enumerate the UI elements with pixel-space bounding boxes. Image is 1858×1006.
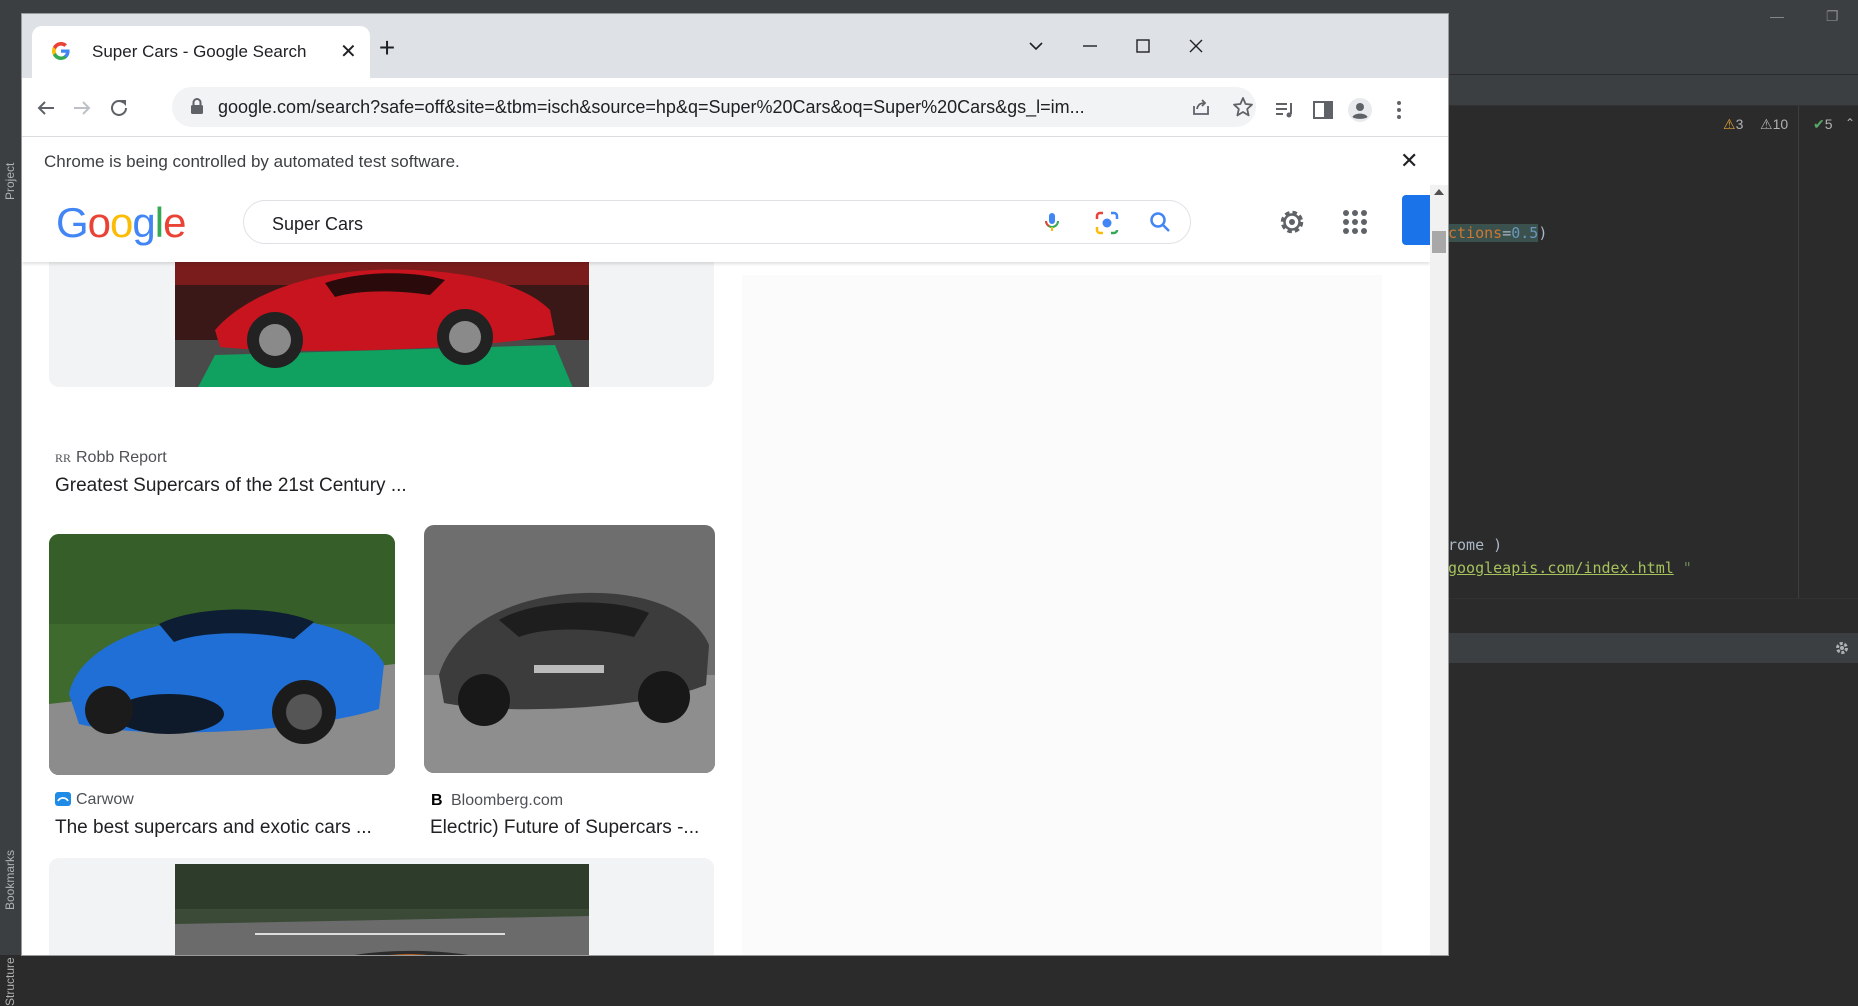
scroll-up-icon[interactable]: [1434, 189, 1444, 195]
result-3-source[interactable]: B Bloomberg.com: [430, 791, 563, 810]
svg-text:RR: RR: [55, 451, 71, 464]
tab-close-icon[interactable]: ✕: [340, 39, 357, 64]
bloomberg-icon: B: [431, 792, 443, 807]
settings-gear-icon[interactable]: [1276, 206, 1308, 238]
chrome-window: Super Cars - Google Search ✕ + google.co…: [22, 14, 1448, 955]
image-result-2[interactable]: [49, 534, 395, 775]
robb-report-icon: RR: [55, 451, 71, 464]
result-4-image: [175, 864, 589, 955]
result-3-image: [424, 525, 715, 773]
sign-in-button[interactable]: [1402, 195, 1430, 245]
gear-icon[interactable]: [1834, 640, 1850, 656]
search-icon[interactable]: [1148, 210, 1172, 234]
tab-title: Super Cars - Google Search: [92, 42, 307, 61]
new-tab-button[interactable]: +: [372, 34, 402, 62]
image-result-4[interactable]: [49, 858, 714, 955]
page-scrollbar[interactable]: [1430, 185, 1448, 955]
image-preview-panel: [742, 275, 1382, 955]
divider: [1448, 598, 1858, 599]
back-icon[interactable]: [34, 96, 58, 120]
code-line-2: rome ): [1448, 536, 1503, 554]
search-input[interactable]: [270, 210, 974, 238]
lock-icon[interactable]: [190, 98, 204, 114]
run-panel-header: [1448, 633, 1858, 663]
close-window-icon[interactable]: [1182, 32, 1210, 60]
result-2-title[interactable]: The best supercars and exotic cars ...: [55, 817, 372, 839]
google-logo[interactable]: Google: [56, 201, 186, 245]
weak-warning-icon: ⚠: [1760, 116, 1773, 132]
google-lens-icon[interactable]: [1094, 210, 1120, 236]
ide-left-tool-strip: Project Bookmarks Structure: [0, 74, 23, 1006]
side-panel-icon[interactable]: [1311, 98, 1335, 122]
forward-icon[interactable]: [70, 96, 94, 120]
run-output: [1448, 663, 1858, 955]
bookmark-star-icon[interactable]: [1232, 96, 1254, 118]
project-tool-label[interactable]: Project: [3, 163, 17, 200]
result-1-source[interactable]: RR Robb Report: [55, 449, 167, 467]
result-1-title[interactable]: Greatest Supercars of the 21st Century .…: [55, 475, 407, 497]
google-images-page: Google Super Cars RR Robb Report Greates…: [22, 185, 1430, 955]
google-favicon-icon: [52, 42, 70, 60]
ide-minimize-icon[interactable]: —: [1770, 8, 1784, 24]
inspection-warnings-b[interactable]: ⚠10: [1760, 116, 1788, 133]
media-control-icon[interactable]: [1273, 98, 1297, 122]
chevron-up-icon[interactable]: ⌃: [1845, 116, 1855, 130]
address-bar[interactable]: google.com/search?safe=off&site=&tbm=isc…: [172, 87, 1256, 127]
inspection-ok[interactable]: ✔5: [1813, 116, 1833, 133]
ide-restore-icon[interactable]: ❐: [1826, 8, 1839, 25]
check-icon: ✔: [1813, 116, 1825, 132]
share-icon[interactable]: [1190, 96, 1212, 118]
svg-text:B: B: [431, 792, 443, 807]
carwow-icon: [55, 792, 71, 806]
reload-icon[interactable]: [107, 96, 131, 120]
tab-search-icon[interactable]: [1022, 32, 1050, 60]
ide-gutter: ✔5 ⌃: [1798, 106, 1858, 598]
google-header: Google: [22, 185, 1430, 262]
result-3-title[interactable]: Electric) Future of Supercars -...: [430, 817, 699, 839]
tab-super-cars[interactable]: Super Cars - Google Search ✕: [32, 26, 370, 78]
ide-editor[interactable]: ⚠3 ⚠10 ctions=0.5) rome ) googleapis.com…: [1448, 106, 1798, 598]
image-result-3[interactable]: [424, 525, 715, 773]
bookmarks-tool-label[interactable]: Bookmarks: [3, 850, 17, 910]
minimize-icon[interactable]: [1076, 32, 1104, 60]
maximize-icon[interactable]: [1129, 32, 1157, 60]
result-2-source[interactable]: Carwow: [55, 791, 134, 809]
scroll-thumb[interactable]: [1432, 231, 1446, 253]
search-box[interactable]: [243, 200, 1191, 244]
tab-strip: Super Cars - Google Search ✕ +: [22, 14, 1448, 78]
url-text: google.com/search?safe=off&site=&tbm=isc…: [218, 97, 1085, 117]
profile-avatar-icon[interactable]: [1348, 98, 1372, 122]
ide-editor-tabs: [1448, 75, 1858, 106]
structure-tool-label[interactable]: Structure: [3, 957, 17, 1006]
browser-toolbar: google.com/search?safe=off&site=&tbm=isc…: [22, 78, 1448, 136]
infobar-close-icon[interactable]: ✕: [1400, 148, 1418, 174]
inspection-warnings-a[interactable]: ⚠3: [1723, 116, 1743, 133]
voice-search-icon[interactable]: [1040, 210, 1064, 234]
apps-grid-icon[interactable]: [1342, 209, 1368, 235]
infobar-message: Chrome is being controlled by automated …: [44, 152, 460, 171]
result-2-image: [49, 534, 395, 775]
kebab-menu-icon[interactable]: [1387, 98, 1411, 122]
automation-infobar: Chrome is being controlled by automated …: [22, 136, 1448, 186]
warning-icon: ⚠: [1723, 116, 1736, 132]
code-line-1: ctions=0.5): [1448, 224, 1548, 242]
code-line-3: googleapis.com/index.html ": [1448, 559, 1692, 577]
